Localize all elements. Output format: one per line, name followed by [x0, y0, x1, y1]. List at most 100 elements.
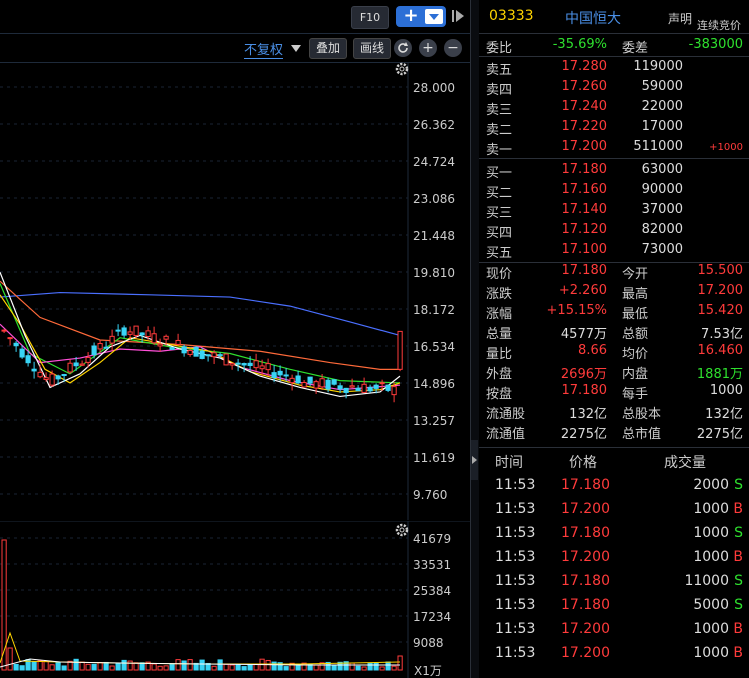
- volume-bar: [349, 662, 355, 671]
- price-tick-label: 16.534: [413, 340, 455, 354]
- candle-body: [109, 335, 115, 344]
- draw-line-button[interactable]: 画线: [353, 38, 391, 59]
- candle-body: [13, 342, 19, 347]
- volume-bar: [61, 665, 67, 671]
- price-chart[interactable]: 28.000 26.362 24.724 23.086 21.448 19.810 18.1…: [0, 62, 470, 520]
- volume-tick-label: 33531: [413, 558, 451, 572]
- candle-body: [181, 346, 187, 354]
- trade-side: S: [734, 525, 743, 541]
- stock-code: 03333: [489, 8, 534, 24]
- zoom-out-button[interactable]: −: [444, 39, 462, 57]
- quote-label: 按盘: [486, 387, 513, 402]
- candle-body: [151, 333, 157, 344]
- quote-value: 15.420: [697, 303, 744, 318]
- trade-side: S: [734, 573, 743, 589]
- zoom-in-button[interactable]: +: [419, 39, 437, 57]
- ask-label: 卖三: [486, 103, 513, 118]
- adjust-select[interactable]: 不复权: [244, 39, 284, 59]
- candle-body: [175, 339, 181, 345]
- volume-bar: [331, 664, 337, 671]
- volume-unit-label: X1万: [414, 664, 442, 678]
- f10-button[interactable]: F10: [351, 6, 389, 29]
- candle-body: [343, 387, 349, 393]
- trade-side: B: [733, 549, 743, 565]
- volume-bar: [49, 664, 55, 671]
- volume-bar: [223, 663, 229, 671]
- bid-row[interactable]: 买五 17.100 73000: [479, 242, 749, 262]
- volume-axis: 41679 33531 25384 17234 9088: [413, 532, 451, 650]
- candle-body: [145, 330, 151, 338]
- trade-price: 17.180: [561, 525, 610, 541]
- ask-row[interactable]: 卖四 17.260 59000: [479, 79, 749, 99]
- candle-body: [355, 387, 361, 392]
- ask-volume: 22000: [641, 99, 683, 114]
- ask-row[interactable]: 卖三 17.240 22000: [479, 99, 749, 119]
- play-icon[interactable]: [452, 9, 464, 23]
- overlay-button[interactable]: 叠加: [309, 38, 347, 59]
- quote-label: 今开: [622, 267, 649, 282]
- stock-name[interactable]: 中国恒大: [565, 8, 621, 28]
- bid-row[interactable]: 买三 17.140 37000: [479, 202, 749, 222]
- candles: [1, 324, 403, 403]
- trade-time: 11:53: [495, 525, 536, 541]
- volume-bar: [103, 661, 109, 671]
- trade-volume: 1000: [693, 549, 729, 565]
- volume-bar: [187, 659, 193, 671]
- ratio-label: 委比: [486, 41, 513, 56]
- chevron-down-icon[interactable]: [291, 45, 301, 52]
- candle-body: [217, 354, 223, 357]
- quote-label: 量比: [486, 347, 513, 362]
- volume-bar: [271, 661, 277, 671]
- quote-row: 按盘 17.180 每手 1000: [479, 383, 749, 403]
- bid-volume: 73000: [641, 242, 683, 257]
- bid-row[interactable]: 买四 17.120 82000: [479, 222, 749, 242]
- volume-bar: [199, 659, 205, 671]
- trade-volume: 2000: [693, 477, 729, 493]
- volume-chart[interactable]: 41679 33531 25384 17234 9088 X1万: [0, 521, 470, 678]
- trade-time: 11:53: [495, 597, 536, 613]
- volume-tick-label: 9088: [413, 636, 444, 650]
- ask-row[interactable]: 卖五 17.280 119000: [479, 59, 749, 79]
- refresh-icon[interactable]: [394, 39, 412, 57]
- candle-body: [25, 355, 31, 364]
- disclaimer-link[interactable]: 声明: [668, 10, 692, 27]
- collapse-panel-button[interactable]: [471, 440, 478, 480]
- candle-body: [61, 374, 67, 377]
- volume-bar: [397, 655, 403, 671]
- ask-row[interactable]: 卖二 17.220 17000: [479, 119, 749, 139]
- candle-body: [271, 372, 277, 379]
- candle-body: [313, 381, 319, 389]
- trade-volume: 1000: [693, 525, 729, 541]
- quote-value: 1000: [709, 383, 743, 398]
- trade-time: 11:53: [495, 573, 536, 589]
- quote-value: 1881万: [696, 367, 743, 382]
- chevron-down-icon[interactable]: [425, 9, 443, 24]
- ask-change: +1000: [709, 142, 743, 153]
- gear-icon[interactable]: [395, 523, 409, 537]
- bid-row[interactable]: 买一 17.180 63000: [479, 162, 749, 182]
- diff-label: 委差: [622, 41, 649, 56]
- ask-label: 卖一: [486, 143, 513, 158]
- ma60-line: [0, 283, 401, 384]
- diff-value: -383000: [688, 37, 743, 52]
- volume-bar: [235, 664, 241, 671]
- trade-volume: 1000: [693, 501, 729, 517]
- quote-value: 16.460: [697, 343, 744, 358]
- candle-body: [49, 373, 55, 386]
- bid-row[interactable]: 买二 17.160 90000: [479, 182, 749, 202]
- candle-body: [307, 376, 313, 384]
- quote-label: 最高: [622, 287, 649, 302]
- ask-row[interactable]: 卖一 17.200 511000 +1000: [479, 139, 749, 159]
- add-watchlist-button[interactable]: +: [396, 6, 446, 27]
- gear-icon[interactable]: [395, 62, 409, 76]
- volume-tick-label: 25384: [413, 584, 451, 598]
- volume-bar: [127, 660, 133, 671]
- candle-body: [265, 363, 271, 371]
- candle-body: [253, 360, 259, 369]
- volume-bar: [85, 663, 91, 671]
- trade-row: 11:53 17.200 1000 B: [479, 549, 749, 573]
- quote-label: 总量: [486, 327, 513, 342]
- volume-bar: [163, 665, 169, 671]
- trade-price: 17.180: [561, 477, 610, 493]
- trade-side: B: [733, 501, 743, 517]
